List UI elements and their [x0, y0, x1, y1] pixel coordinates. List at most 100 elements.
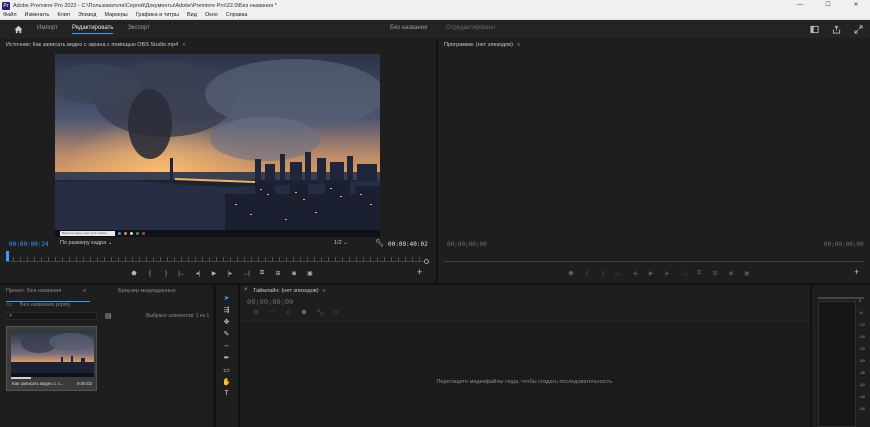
- source-monitor-tab[interactable]: Источник: Как записать видео с экрана с …: [6, 42, 185, 48]
- quick-export-icon[interactable]: [830, 23, 842, 35]
- timeline-timecode[interactable]: 00;00;00;00: [247, 298, 293, 306]
- menu-markers[interactable]: Маркеры: [104, 12, 127, 18]
- menu-sequence[interactable]: Эпизод: [78, 12, 97, 18]
- fit-dropdown[interactable]: По размеру кадра ⌄: [60, 240, 112, 246]
- nest-icon[interactable]: ⊡: [248, 309, 264, 316]
- source-current-timecode[interactable]: 00:00:00:24: [9, 241, 49, 248]
- go-to-out-icon[interactable]: →|: [675, 269, 691, 278]
- tab-edit[interactable]: Редактировать: [71, 25, 114, 34]
- menu-file[interactable]: Файл: [3, 12, 17, 18]
- video-taskbar: Введите здесь текст для поиска: [55, 230, 380, 237]
- mark-out-icon[interactable]: }: [158, 269, 174, 278]
- zoom-handle[interactable]: [424, 259, 429, 264]
- db-label: -42: [859, 382, 865, 387]
- extract-icon[interactable]: ⊞: [707, 269, 723, 278]
- step-forward-icon[interactable]: |▸: [222, 269, 238, 278]
- maximize-button[interactable]: ☐: [814, 0, 842, 11]
- timeline-tab[interactable]: Таймлайн: (нет эпизодов) ≡: [253, 288, 326, 294]
- menu-help[interactable]: Справка: [226, 12, 248, 18]
- go-to-in-icon[interactable]: |←: [174, 269, 190, 278]
- wrench-icon[interactable]: 🔧︎: [312, 309, 328, 316]
- project-search-input[interactable]: ⌕: [6, 312, 97, 320]
- add-marker-icon[interactable]: ⬟: [563, 269, 579, 278]
- overwrite-icon[interactable]: ⊞: [270, 269, 286, 278]
- panel-menu-icon[interactable]: ≡: [182, 42, 185, 48]
- captions-icon[interactable]: ▭: [328, 309, 344, 316]
- minimize-button[interactable]: —: [786, 0, 814, 11]
- resolution-dropdown[interactable]: 1/2 ⌄: [334, 240, 348, 246]
- menu-view[interactable]: Вид: [187, 12, 197, 18]
- button-editor-icon[interactable]: ▣: [302, 269, 318, 278]
- close-button[interactable]: ✕: [842, 0, 870, 11]
- taskbar-app-icon: [136, 232, 139, 235]
- tab-import[interactable]: Импорт: [37, 25, 58, 34]
- menu-window[interactable]: Окно: [205, 12, 218, 18]
- comparison-icon[interactable]: ▣: [739, 269, 755, 278]
- mark-in-icon[interactable]: {: [579, 269, 595, 278]
- insert-icon[interactable]: ⧉: [254, 269, 270, 278]
- program-time-ruler[interactable]: [444, 251, 864, 265]
- menu-clip[interactable]: Клип: [57, 12, 69, 18]
- step-forward-icon[interactable]: |▸: [659, 269, 675, 278]
- source-video-frame[interactable]: Введите здесь текст для поиска: [55, 54, 380, 237]
- home-icon[interactable]: [9, 20, 27, 38]
- new-bin-icon[interactable]: ▤: [105, 312, 112, 320]
- workspaces-icon[interactable]: [808, 23, 820, 35]
- program-current-timecode[interactable]: 00;00;00;00: [447, 241, 487, 248]
- menu-graphics[interactable]: Графика и титры: [136, 12, 179, 18]
- selection-tool-icon[interactable]: ➤: [220, 292, 233, 303]
- tab-export[interactable]: Экспорт: [127, 25, 150, 34]
- project-panel: Проект: Без названия ≡ Браузер медиаданн…: [0, 285, 213, 427]
- tab-media-browser[interactable]: Браузер медиаданных: [118, 288, 176, 294]
- timeline-drop-area[interactable]: Перетащите медиафайлы сюда, чтобы создат…: [240, 321, 810, 427]
- hand-tool-icon[interactable]: ✋: [220, 376, 233, 387]
- project-status: Отредактировано: [446, 25, 496, 31]
- camera-icon[interactable]: ◙: [286, 269, 302, 278]
- lift-icon[interactable]: ⧉: [691, 269, 707, 278]
- type-tool-icon[interactable]: T: [220, 388, 233, 399]
- snap-icon[interactable]: ∩: [264, 309, 280, 316]
- program-monitor-tab[interactable]: Программа: (нет эпизодов) ≡: [444, 42, 520, 48]
- linked-selection-icon[interactable]: ⊂: [280, 309, 296, 316]
- ripple-edit-tool-icon[interactable]: ✥: [220, 316, 233, 327]
- camera-icon[interactable]: ◙: [723, 269, 739, 278]
- mark-in-icon[interactable]: {: [142, 269, 158, 278]
- taskbar-app-icon: [118, 232, 121, 235]
- meter-header-bar: [818, 297, 864, 299]
- playhead[interactable]: [6, 251, 9, 261]
- source-monitor-title: Источник: Как записать видео с экрана с …: [6, 42, 179, 48]
- panel-menu-icon[interactable]: ≡: [83, 288, 86, 294]
- pen-tool-icon[interactable]: ✒: [220, 352, 233, 363]
- step-back-icon[interactable]: ◂|: [627, 269, 643, 278]
- tab-project[interactable]: Проект: Без названия ≡: [6, 288, 102, 294]
- video-search-box: Введите здесь текст для поиска: [60, 231, 115, 236]
- panel-menu-icon[interactable]: ≡: [323, 288, 326, 294]
- panel-menu-icon[interactable]: ≡: [517, 42, 520, 48]
- menu-edit[interactable]: Изменить: [25, 12, 50, 18]
- db-label: -36: [859, 370, 865, 375]
- close-icon[interactable]: ×: [244, 287, 248, 293]
- source-time-ruler[interactable]: [6, 251, 429, 265]
- add-marker-icon[interactable]: ⬟: [296, 309, 312, 316]
- step-back-icon[interactable]: ◂|: [190, 269, 206, 278]
- mark-out-icon[interactable]: }: [595, 269, 611, 278]
- go-to-in-icon[interactable]: |←: [611, 269, 627, 278]
- razor-tool-icon[interactable]: ✎: [220, 328, 233, 339]
- rectangle-tool-icon[interactable]: ▭: [220, 364, 233, 375]
- add-button-icon[interactable]: +: [854, 267, 859, 277]
- clip-thumbnail-card[interactable]: Как записать видео с э... 9:40:02: [6, 326, 97, 391]
- track-select-tool-icon[interactable]: ⇶: [220, 304, 233, 315]
- db-label: -30: [859, 358, 865, 363]
- add-button-icon[interactable]: +: [417, 267, 422, 277]
- play-icon[interactable]: ▶: [643, 269, 659, 278]
- add-marker-icon[interactable]: ⬟: [126, 269, 142, 278]
- wrench-icon[interactable]: 🔧︎: [375, 239, 384, 247]
- audio-meter-panel: 0 -6 -12 -18 -24 -30 -36 -42 -48 -54: [812, 285, 870, 427]
- go-to-out-icon[interactable]: →|: [238, 269, 254, 278]
- tab-project-label: Проект: Без названия: [6, 288, 62, 294]
- clip-thumbnail: [11, 331, 94, 377]
- slip-tool-icon[interactable]: ↔: [220, 340, 233, 351]
- fullscreen-icon[interactable]: [852, 23, 864, 35]
- play-icon[interactable]: ▶: [206, 269, 222, 278]
- fit-dropdown-label: По размеру кадра: [60, 240, 107, 246]
